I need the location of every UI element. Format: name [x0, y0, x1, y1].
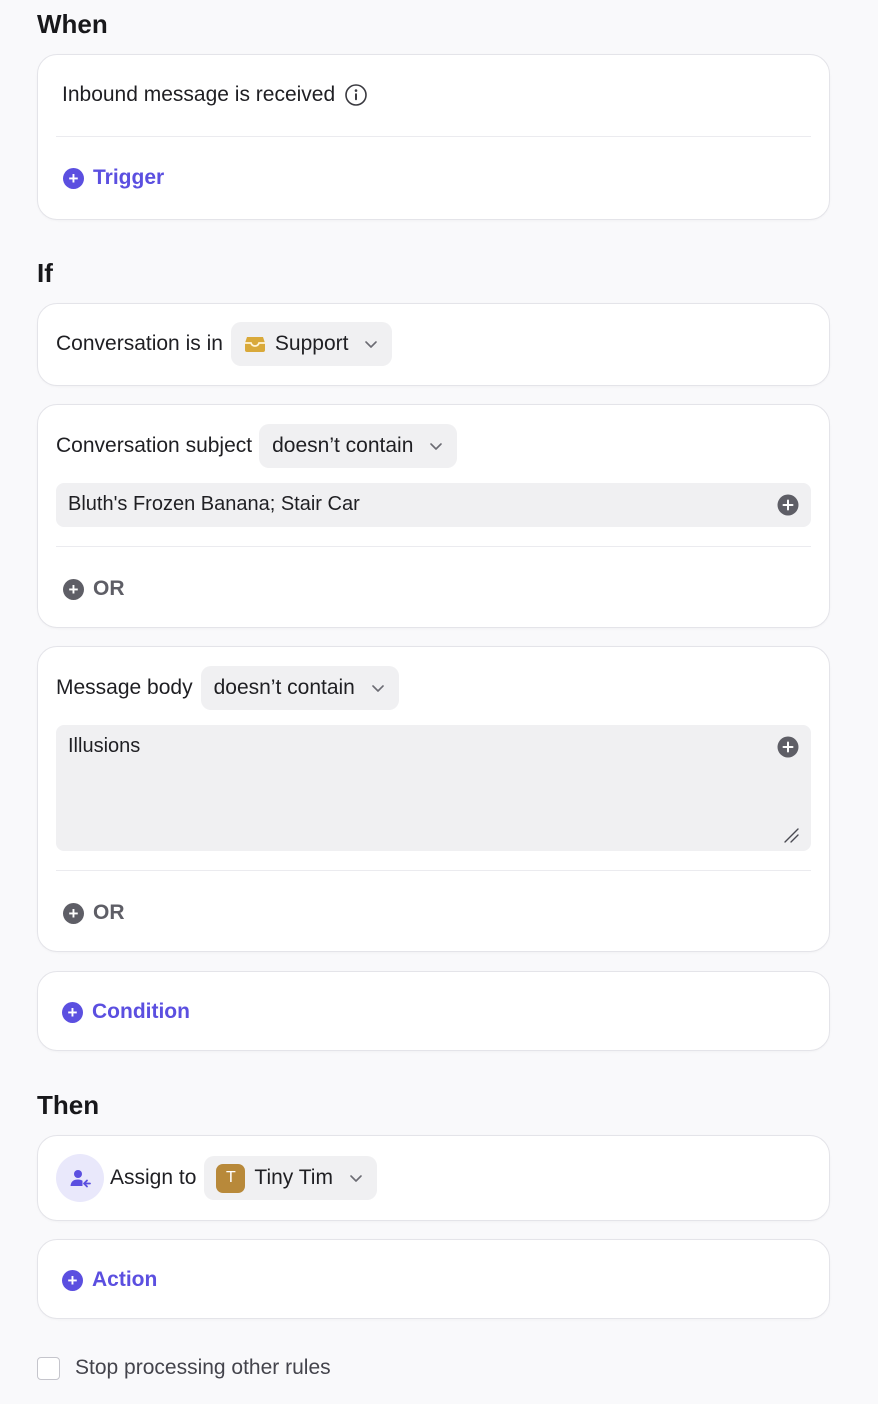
condition-label: Message body: [56, 676, 193, 699]
chevron-down-icon: [365, 341, 378, 348]
plus-circle-icon: +: [63, 902, 84, 924]
trigger-card: Inbound message is received + Trigger: [37, 54, 830, 220]
chevron-down-icon: [430, 443, 443, 450]
stop-processing-checkbox[interactable]: [37, 1356, 60, 1380]
subject-condition-card: Conversation subject doesn’t contain Blu…: [37, 404, 830, 628]
assignee-select[interactable]: T Tiny Tim: [204, 1156, 377, 1200]
operator-select[interactable]: doesn’t contain: [259, 424, 458, 468]
then-heading: Then: [37, 1090, 100, 1120]
plus-circle-icon: +: [62, 1001, 83, 1023]
when-heading: When: [37, 9, 108, 39]
inbox-select[interactable]: Support: [230, 322, 393, 366]
operator-value: doesn’t contain: [272, 434, 414, 457]
assign-user-icon: [56, 1154, 104, 1202]
trigger-text: Inbound message is received: [62, 83, 336, 106]
plus-circle-icon: +: [63, 578, 84, 600]
add-or-button[interactable]: + OR: [63, 901, 125, 925]
condition-label: Conversation is in: [56, 332, 223, 355]
operator-value: doesn’t contain: [213, 676, 355, 699]
add-trigger-button[interactable]: + Trigger: [63, 166, 164, 190]
inbox-value: Support: [274, 332, 349, 355]
add-action-card: + Action: [37, 1239, 830, 1319]
stop-processing-option[interactable]: Stop processing other rules: [37, 1356, 331, 1380]
plus-circle-icon[interactable]: [777, 736, 799, 758]
divider: [56, 870, 811, 871]
chevron-down-icon: [372, 685, 384, 692]
add-or-button[interactable]: + OR: [63, 577, 125, 601]
assignee-name: Tiny Tim: [254, 1166, 333, 1189]
add-action-label: Action: [92, 1268, 158, 1291]
inbox-icon: [244, 335, 266, 353]
info-icon[interactable]: [344, 83, 368, 107]
avatar: T: [216, 1163, 246, 1193]
operator-select[interactable]: doesn’t contain: [200, 666, 399, 710]
plus-circle-icon: +: [62, 1269, 83, 1291]
condition-label: Conversation subject: [56, 434, 253, 457]
if-heading: If: [37, 258, 53, 288]
or-label: OR: [93, 901, 125, 924]
inbox-condition-card: Conversation is in Support: [37, 303, 830, 386]
add-trigger-label: Trigger: [93, 166, 165, 189]
body-value: Illusions: [68, 735, 141, 757]
plus-circle-icon: +: [63, 167, 84, 189]
divider: [56, 546, 811, 547]
add-condition-card: + Condition: [37, 971, 830, 1051]
body-value-textarea[interactable]: Illusions: [56, 725, 811, 851]
plus-circle-icon[interactable]: [777, 494, 799, 516]
or-label: OR: [93, 577, 125, 600]
assign-action-card: Assign to T Tiny Tim: [37, 1135, 830, 1221]
assign-label: Assign to: [110, 1166, 197, 1189]
resize-handle-icon[interactable]: [783, 827, 799, 843]
subject-value-input[interactable]: Bluth's Frozen Banana; Stair Car: [56, 483, 811, 527]
add-condition-button[interactable]: + Condition: [62, 1000, 190, 1024]
divider: [56, 136, 811, 137]
chevron-down-icon: [350, 1175, 362, 1182]
subject-value: Bluth's Frozen Banana; Stair Car: [68, 493, 360, 515]
body-condition-card: Message body doesn’t contain Illusions +…: [37, 646, 830, 952]
add-condition-label: Condition: [92, 1000, 190, 1023]
stop-processing-label: Stop processing other rules: [75, 1356, 331, 1379]
add-action-button[interactable]: + Action: [62, 1268, 157, 1292]
